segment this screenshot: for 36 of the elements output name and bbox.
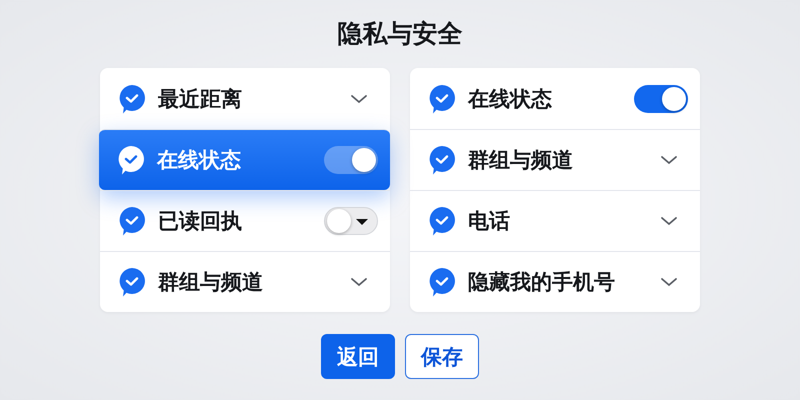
toggle-switch[interactable] xyxy=(324,207,378,235)
chat-check-icon xyxy=(428,84,456,114)
settings-row[interactable]: 已读回执 xyxy=(100,190,390,251)
setting-label: 群组与频道 xyxy=(468,147,574,174)
settings-row[interactable]: 电话 xyxy=(410,190,700,251)
settings-row[interactable]: 最近距离 xyxy=(100,68,390,129)
chat-check-icon xyxy=(117,145,145,175)
chevron-down-icon[interactable] xyxy=(660,277,678,287)
chat-check-icon xyxy=(428,206,456,236)
chat-check-icon xyxy=(428,267,456,297)
setting-label: 在线状态 xyxy=(468,86,553,112)
toggle-switch[interactable] xyxy=(634,84,688,112)
chevron-down-icon[interactable] xyxy=(660,155,678,165)
chevron-down-icon[interactable] xyxy=(350,277,368,287)
back-button[interactable]: 返回 xyxy=(321,334,395,379)
settings-row[interactable]: 在线状态 xyxy=(410,68,700,129)
chat-check-icon xyxy=(428,145,456,175)
caret-icon xyxy=(355,218,369,226)
settings-row[interactable]: 群组与频道 xyxy=(410,129,700,190)
save-button[interactable]: 保存 xyxy=(405,334,479,379)
chat-check-icon xyxy=(118,267,146,297)
setting-label: 隐藏我的手机号 xyxy=(468,269,616,296)
chevron-down-icon[interactable] xyxy=(660,216,678,226)
setting-label: 群组与频道 xyxy=(158,269,264,296)
chat-check-icon xyxy=(118,206,146,236)
settings-row[interactable]: 在线状态 xyxy=(99,129,390,190)
setting-label: 已读回执 xyxy=(158,208,243,235)
setting-label: 电话 xyxy=(468,208,511,235)
setting-label: 最近距离 xyxy=(158,86,243,112)
chevron-down-icon[interactable] xyxy=(350,94,368,104)
toggle-switch[interactable] xyxy=(324,146,378,174)
setting-label: 在线状态 xyxy=(157,147,242,174)
settings-row[interactable]: 隐藏我的手机号 xyxy=(410,251,700,312)
settings-row[interactable]: 群组与频道 xyxy=(100,251,390,312)
dialog-title: 隐私与安全 xyxy=(338,18,462,50)
chat-check-icon xyxy=(118,84,146,114)
